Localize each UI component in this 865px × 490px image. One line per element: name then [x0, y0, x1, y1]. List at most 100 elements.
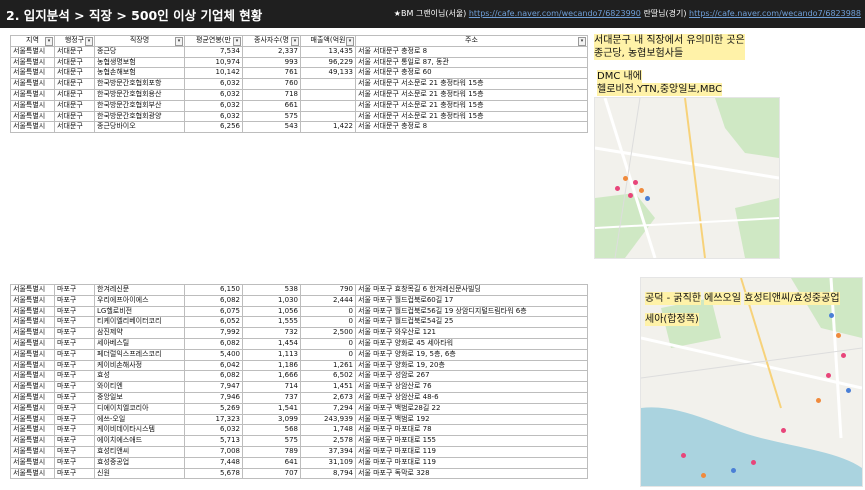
- cell-salary[interactable]: 6,032: [184, 88, 243, 101]
- cell-company[interactable]: 효성중공업: [94, 456, 185, 469]
- cell-address[interactable]: 서울 서대문구 충정로 8: [355, 121, 588, 134]
- filter-dropdown-icon[interactable]: ▾: [291, 37, 299, 46]
- cell-revenue[interactable]: 37,394: [300, 445, 356, 458]
- cell-salary[interactable]: 10,974: [184, 56, 243, 69]
- cell-region[interactable]: 서울특별시: [10, 67, 55, 80]
- cell-employees[interactable]: 1,030: [242, 294, 301, 307]
- table-row[interactable]: 서울특별시 마포구 에이치에스애드 5,713 575 2,578 서울 마포구 마포대로 …: [10, 435, 588, 447]
- cell-address[interactable]: 서울 서대문구 서소문로 21 충정타워 15층: [355, 88, 588, 101]
- cell-salary[interactable]: 6,082: [184, 370, 243, 383]
- cell-district[interactable]: 마포구: [54, 327, 95, 339]
- cell-address[interactable]: 서울 마포구 백범로28길 22: [355, 402, 588, 415]
- cell-employees[interactable]: 714: [242, 381, 301, 393]
- cell-address[interactable]: 서울 마포구 와우산로 121: [355, 327, 588, 339]
- cell-district[interactable]: 서대문구: [54, 121, 95, 134]
- cell-region[interactable]: 서울특별시: [10, 424, 55, 437]
- cell-region[interactable]: 서울특별시: [10, 359, 55, 372]
- cell-company[interactable]: 농협손해보험: [94, 67, 185, 80]
- cell-salary[interactable]: 6,032: [184, 110, 243, 123]
- cell-district[interactable]: 마포구: [54, 467, 95, 480]
- cell-company[interactable]: 신원: [94, 467, 185, 480]
- cell-company[interactable]: 에쓰-오일: [94, 413, 185, 426]
- cell-salary[interactable]: 7,947: [184, 381, 243, 393]
- cell-company[interactable]: 케이비데이타시스템: [94, 424, 185, 437]
- cell-region[interactable]: 서울특별시: [10, 402, 55, 415]
- cell-revenue[interactable]: 2,444: [300, 294, 356, 307]
- cell-district[interactable]: 마포구: [54, 359, 95, 372]
- col-header-company[interactable]: 직장명 ▾: [94, 35, 185, 47]
- cell-employees[interactable]: 789: [242, 445, 301, 458]
- cell-region[interactable]: 서울특별시: [10, 370, 55, 383]
- cell-revenue[interactable]: 1,451: [300, 381, 356, 393]
- table-row[interactable]: 서울특별시 마포구 페더럴익스프레스코리 5,400 1,113 0 서울 마포구 양화로 …: [10, 348, 588, 361]
- cell-revenue[interactable]: [300, 110, 356, 123]
- cell-district[interactable]: 마포구: [54, 413, 95, 426]
- cell-revenue[interactable]: 2,673: [300, 391, 356, 404]
- cell-salary[interactable]: 5,678: [184, 467, 243, 480]
- cell-employees[interactable]: 761: [242, 67, 301, 80]
- map-marker[interactable]: [623, 176, 628, 181]
- cell-district[interactable]: 마포구: [54, 284, 95, 296]
- cell-revenue[interactable]: 1,261: [300, 359, 356, 372]
- col-header-address[interactable]: 주소 ▾: [355, 35, 588, 47]
- cell-region[interactable]: 서울특별시: [10, 467, 55, 480]
- cell-company[interactable]: 중앙일보: [94, 391, 185, 404]
- cell-salary[interactable]: 6,082: [184, 294, 243, 307]
- cell-revenue[interactable]: [300, 88, 356, 101]
- cell-revenue[interactable]: 1,748: [300, 424, 356, 437]
- cell-region[interactable]: 서울특별시: [10, 316, 55, 329]
- cell-revenue[interactable]: 243,939: [300, 413, 356, 426]
- cell-district[interactable]: 서대문구: [54, 78, 95, 90]
- cell-region[interactable]: 서울특별시: [10, 435, 55, 447]
- cell-district[interactable]: 마포구: [54, 391, 95, 404]
- cell-salary[interactable]: 5,269: [184, 402, 243, 415]
- cell-region[interactable]: 서울특별시: [10, 110, 55, 123]
- map-marker[interactable]: [841, 353, 846, 358]
- table-row[interactable]: 서울특별시 마포구 효성중공업 7,448 641 31,109 서울 마포구 마포대로 1…: [10, 456, 588, 469]
- table-row[interactable]: 서울특별시 마포구 신원 5,678 707 8,794 서울 마포구 독막로 328: [10, 467, 588, 480]
- cell-company[interactable]: 한국방문간호협회광양: [94, 110, 185, 123]
- cafe-link-2[interactable]: https://cafe.naver.com/wecando7/6823988: [689, 9, 861, 18]
- cell-address[interactable]: 서울 서대문구 충정로 60: [355, 67, 588, 80]
- cell-revenue[interactable]: 49,133: [300, 67, 356, 80]
- filter-dropdown-icon[interactable]: ▾: [45, 37, 53, 46]
- cell-district[interactable]: 서대문구: [54, 67, 95, 80]
- cell-employees[interactable]: 568: [242, 424, 301, 437]
- map-marker[interactable]: [731, 468, 736, 473]
- cell-company[interactable]: 농협생명보험: [94, 56, 185, 69]
- cell-district[interactable]: 마포구: [54, 445, 95, 458]
- cell-company[interactable]: 효성: [94, 370, 185, 383]
- cell-salary[interactable]: 7,946: [184, 391, 243, 404]
- cell-address[interactable]: 서울 마포구 마포대로 155: [355, 435, 588, 447]
- cell-employees[interactable]: 1,666: [242, 370, 301, 383]
- cell-revenue[interactable]: 0: [300, 305, 356, 318]
- cell-address[interactable]: 서울 마포구 양화로 19, 20층: [355, 359, 588, 372]
- cell-district[interactable]: 마포구: [54, 402, 95, 415]
- cell-company[interactable]: 티케이엘리베이터코리: [94, 316, 185, 329]
- cell-company[interactable]: 한국방문간호협회용산: [94, 88, 185, 101]
- map-marker[interactable]: [836, 333, 841, 338]
- cell-company[interactable]: 삼진제약: [94, 327, 185, 339]
- table-row[interactable]: 서울특별시 마포구 케이비데이타시스템 6,032 568 1,748 서울 마포구 마포대…: [10, 424, 588, 437]
- cell-salary[interactable]: 6,032: [184, 78, 243, 90]
- cell-company[interactable]: LG헬로비전: [94, 305, 185, 318]
- table-row[interactable]: 서울특별시 서대문구 종근당바이오 6,256 543 1,422 서울 서대문구 충정로 …: [10, 121, 588, 134]
- cell-district[interactable]: 서대문구: [54, 110, 95, 123]
- table-row[interactable]: 서울특별시 마포구 티케이엘리베이터코리 6,052 1,555 0 서울 마포구 월드컵북…: [10, 316, 588, 329]
- cell-region[interactable]: 서울특별시: [10, 56, 55, 69]
- cell-company[interactable]: 효성티앤씨: [94, 445, 185, 458]
- table-row[interactable]: 서울특별시 서대문구 한국방문간호협회부산 6,032 661 서울 서대문구 서소문로 …: [10, 99, 588, 112]
- cell-salary[interactable]: 6,052: [184, 316, 243, 329]
- cell-employees[interactable]: 543: [242, 121, 301, 134]
- col-header-salary[interactable]: 평균연봉(만 ▾: [184, 35, 243, 47]
- cell-district[interactable]: 마포구: [54, 381, 95, 393]
- cell-district[interactable]: 마포구: [54, 294, 95, 307]
- cell-revenue[interactable]: 1,422: [300, 121, 356, 134]
- cell-revenue[interactable]: 2,578: [300, 435, 356, 447]
- cell-salary[interactable]: 17,323: [184, 413, 243, 426]
- cell-address[interactable]: 서울 서대문구 서소문로 21 충정타워 15층: [355, 110, 588, 123]
- table-row[interactable]: 서울특별시 서대문구 한국방문간호협회포항 6,032 760 서울 서대문구 서소문로 …: [10, 78, 588, 90]
- cell-address[interactable]: 서울 마포구 상암산로 48-6: [355, 391, 588, 404]
- cell-employees[interactable]: 575: [242, 110, 301, 123]
- cell-district[interactable]: 서대문구: [54, 56, 95, 69]
